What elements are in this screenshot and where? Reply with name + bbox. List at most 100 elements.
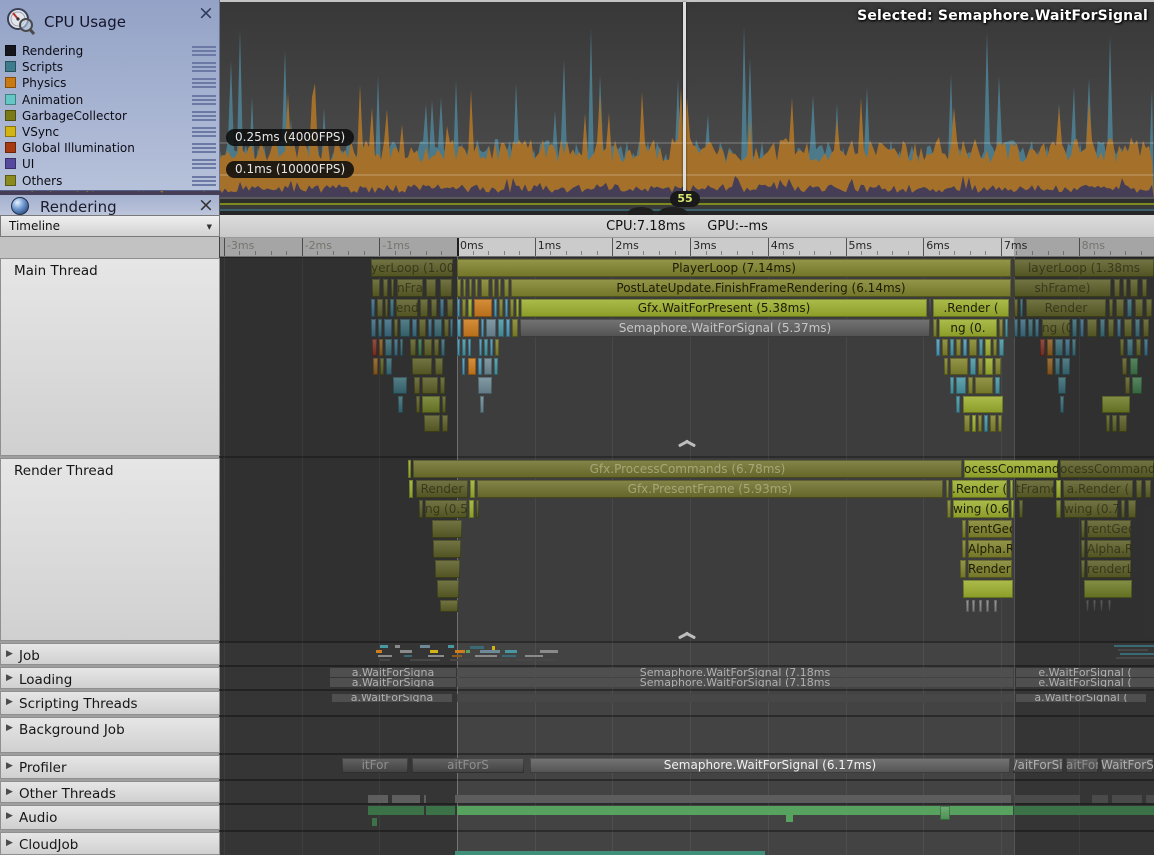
flame-bar-fragment[interactable] (430, 650, 438, 653)
selected-frame-line[interactable] (683, 2, 686, 192)
flame-bar[interactable]: .Render ( (952, 480, 1007, 498)
flame-bar-fragment[interactable] (457, 279, 461, 297)
flame-bar-fragment[interactable] (478, 377, 492, 394)
flame-bar-fragment[interactable] (380, 358, 384, 375)
flame-bar-fragment[interactable] (1065, 339, 1070, 356)
flame-bar-fragment[interactable] (1109, 299, 1113, 317)
flame-bar-fragment[interactable] (414, 377, 420, 394)
track-header-main-thread[interactable]: Main Thread (0, 258, 220, 456)
legend-item-garbagecollector[interactable]: GarbageCollector (0, 108, 220, 124)
flame-bar[interactable]: yerLoop (1.00 (371, 259, 453, 277)
flame-bar-fragment[interactable] (998, 415, 1002, 432)
flame-bar-fragment[interactable] (412, 319, 417, 337)
flame-bar-fragment[interactable] (1136, 339, 1141, 356)
flame-bar-fragment[interactable] (1125, 377, 1130, 394)
flame-bar-fragment[interactable] (394, 339, 398, 356)
flame-bar-fragment[interactable] (1146, 299, 1152, 317)
flame-bar-fragment[interactable] (525, 655, 543, 657)
flame-bar-fragment[interactable] (956, 339, 961, 356)
flame-bar-fragment[interactable] (392, 795, 420, 803)
drag-handle-icon[interactable] (192, 159, 216, 169)
flame-bar-fragment[interactable] (463, 279, 466, 297)
flame-bar-fragment[interactable] (457, 694, 1013, 702)
flame-bar-fragment[interactable] (424, 795, 426, 803)
flame-bar-fragment[interactable] (950, 377, 954, 394)
flame-bar-fragment[interactable] (1136, 480, 1142, 498)
time-ruler[interactable]: -3ms-2ms-1ms0ms1ms2ms3ms4ms5ms6ms7ms8ms (220, 238, 1154, 257)
flame-bar-fragment[interactable] (419, 319, 426, 337)
flame-bar-fragment[interactable] (470, 480, 475, 498)
flame-bar-fragment[interactable] (498, 319, 504, 337)
flame-bar-fragment[interactable] (433, 540, 461, 558)
flame-bar-fragment[interactable] (470, 646, 484, 649)
flame-bar[interactable]: Render (1026, 299, 1106, 317)
flame-bar-fragment[interactable] (372, 818, 377, 826)
flame-bar-fragment[interactable] (956, 396, 960, 413)
flame-bar-fragment[interactable] (1135, 319, 1140, 337)
flame-bar-fragment[interactable] (391, 279, 394, 297)
flame-bar-fragment[interactable] (385, 339, 392, 356)
flame-bar-fragment[interactable] (410, 659, 440, 661)
flame-bar-fragment[interactable] (479, 339, 482, 356)
flame-bar-fragment[interactable] (1055, 339, 1063, 356)
flame-bar-fragment[interactable] (956, 377, 966, 394)
flame-bar[interactable]: PlayerLoop (7.14ms) (457, 259, 1011, 277)
flame-bar-fragment[interactable] (1047, 358, 1053, 375)
flame-bar-fragment[interactable] (480, 650, 500, 653)
flame-bar-fragment[interactable] (1127, 339, 1133, 356)
flame-bar-fragment[interactable] (929, 299, 931, 317)
flame-bar-fragment[interactable] (1020, 319, 1026, 337)
flame-bar[interactable]: Gfx.PresentFrame (5.93ms) (477, 480, 943, 498)
flame-bar-fragment[interactable] (1106, 415, 1110, 432)
flame-bar-fragment[interactable] (408, 460, 411, 478)
flame-bar-fragment[interactable] (1058, 377, 1066, 394)
flame-bar-fragment[interactable] (942, 339, 948, 356)
track-header-other-threads[interactable]: ▶Other Threads (0, 781, 220, 803)
flame-bar-fragment[interactable] (442, 396, 446, 413)
flame-bar-fragment[interactable] (985, 339, 991, 356)
flame-bar-fragment[interactable] (384, 319, 392, 337)
track-header-render-thread[interactable]: Render Thread (0, 458, 220, 641)
track-header-job[interactable]: ▶Job (0, 643, 220, 665)
flame-bar-fragment[interactable] (979, 339, 983, 356)
flame-bar-fragment[interactable] (1010, 480, 1013, 498)
flame-bar-fragment[interactable] (999, 319, 1003, 337)
flame-bar-fragment[interactable] (450, 319, 453, 337)
flame-bar-fragment[interactable] (457, 299, 460, 317)
flame-bar-fragment[interactable] (428, 655, 444, 657)
flame-bar-fragment[interactable] (1014, 319, 1018, 337)
flame-bar-fragment[interactable] (1130, 279, 1138, 297)
flame-bar-fragment[interactable] (963, 339, 967, 356)
flame-bar-fragment[interactable] (372, 339, 377, 356)
drag-handle-icon[interactable] (192, 127, 216, 137)
flame-bar-fragment[interactable] (412, 358, 432, 375)
flame-bar-fragment[interactable] (1108, 319, 1114, 337)
flame-bar-fragment[interactable] (410, 339, 416, 356)
flame-bar-fragment[interactable] (434, 319, 442, 337)
flame-bar-fragment[interactable] (468, 299, 472, 317)
legend-item-vsync[interactable]: VSync (0, 124, 220, 140)
flame-bar-fragment[interactable] (1144, 339, 1148, 356)
flame-bar-fragment[interactable] (469, 279, 472, 297)
flame-bar-fragment[interactable] (963, 396, 1003, 413)
flame-bar-fragment[interactable] (441, 339, 445, 356)
flame-bar[interactable]: Alpha.R (968, 540, 1012, 558)
flame-bar[interactable]: ocessCommands (1060, 460, 1154, 478)
flame-bar-fragment[interactable] (1143, 319, 1149, 337)
legend-item-rendering[interactable]: Rendering (0, 43, 220, 59)
flame-bar-fragment[interactable] (376, 650, 382, 653)
flame-bar[interactable]: e.WaitForSignal ( (1016, 678, 1154, 687)
flame-bar-fragment[interactable] (510, 299, 514, 317)
flame-bar-fragment[interactable] (1120, 339, 1124, 356)
flame-bar-fragment[interactable] (1145, 480, 1151, 498)
flame-bar-fragment[interactable] (418, 339, 422, 356)
flame-bar-fragment[interactable] (1081, 560, 1085, 578)
flame-bar-fragment[interactable] (395, 645, 400, 648)
flame-bar[interactable]: ender (396, 299, 418, 317)
flame-bar[interactable]: a.WaitForSigna (330, 668, 456, 677)
flame-bar[interactable]: wing (0.71 (1064, 500, 1118, 518)
flame-bar-fragment[interactable] (1028, 319, 1033, 337)
flame-bar[interactable]: layerLoop (1.38ms (1014, 259, 1154, 277)
drag-handle-icon[interactable] (192, 62, 216, 72)
flame-bar-fragment[interactable] (468, 339, 471, 356)
